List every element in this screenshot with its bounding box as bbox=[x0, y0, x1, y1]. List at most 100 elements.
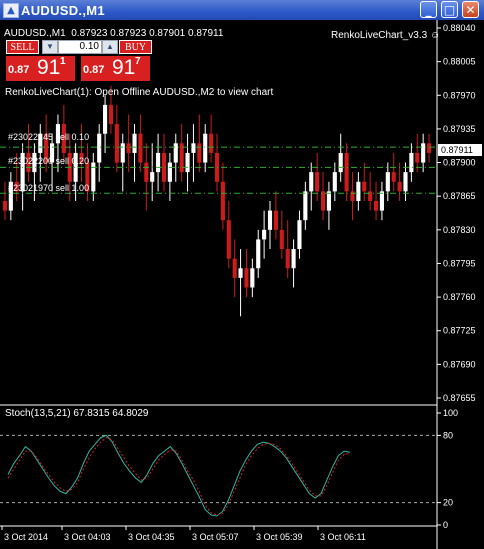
candle-body bbox=[397, 181, 402, 192]
candle-body bbox=[262, 229, 267, 240]
one-click-trading-panel: SELL ▼ 0.10 ▲ BUY 0.87 91 1 0.87 91 7 bbox=[6, 40, 152, 82]
candle-body bbox=[291, 249, 296, 269]
candle-body bbox=[103, 104, 108, 134]
candle-body bbox=[332, 172, 337, 192]
price-tick-label: 0.87795 bbox=[443, 258, 476, 268]
sell-button[interactable]: SELL bbox=[6, 40, 39, 54]
candle-body bbox=[279, 229, 284, 250]
lot-increase-button[interactable]: ▲ bbox=[102, 40, 118, 54]
close-button[interactable]: ✕ bbox=[462, 1, 479, 18]
candle-body bbox=[267, 210, 273, 230]
buy-price-prefix: 0.87 bbox=[83, 64, 105, 76]
sell-price-prefix: 0.87 bbox=[8, 64, 30, 76]
candle-body bbox=[203, 133, 208, 163]
expert-advisor-label: RenkoLiveChart_v3.3 ☺ bbox=[331, 30, 440, 41]
candle-body bbox=[138, 133, 143, 163]
candle-body bbox=[379, 191, 384, 211]
candle-body bbox=[403, 172, 408, 192]
sell-price-pips: 91 bbox=[37, 56, 61, 79]
time-tick-label: 3 Oct 04:03 bbox=[64, 532, 111, 542]
maximize-button[interactable]: □ bbox=[441, 1, 458, 18]
stoch-tick-label: 100 bbox=[443, 408, 458, 418]
minimize-button[interactable]: _ bbox=[420, 1, 437, 18]
sell-price-box[interactable]: 0.87 91 1 bbox=[6, 56, 75, 81]
candle-body bbox=[315, 172, 320, 192]
candle-body bbox=[150, 172, 155, 182]
time-tick-label: 3 Oct 05:07 bbox=[192, 532, 239, 542]
candle-body bbox=[191, 143, 196, 153]
candle-body bbox=[197, 143, 202, 163]
chart-window-icon[interactable]: ▲ bbox=[3, 3, 19, 18]
candle-body bbox=[120, 143, 125, 163]
candle-body bbox=[220, 181, 225, 221]
candle-body bbox=[409, 152, 414, 173]
info-message: RenkoLiveChart(1): Open Offline AUDUSD.,… bbox=[5, 87, 274, 98]
chart-canvas[interactable]: 0.88040 0.88005 0.87970 0.87935 0.87900 0.878… bbox=[0, 20, 484, 549]
candle-body bbox=[326, 191, 331, 211]
sell-price-fraction: 1 bbox=[60, 56, 66, 67]
candle-body bbox=[426, 143, 432, 153]
candle-body bbox=[356, 181, 361, 201]
buy-price-fraction: 7 bbox=[135, 56, 141, 67]
candle-body bbox=[167, 162, 172, 182]
candle-body bbox=[144, 162, 149, 182]
time-tick-label: 3 Oct 05:39 bbox=[256, 532, 303, 542]
chart-background bbox=[0, 20, 484, 549]
time-tick-label: 3 Oct 04:35 bbox=[128, 532, 175, 542]
price-tick-label: 0.87760 bbox=[443, 292, 476, 302]
candle-body bbox=[132, 133, 137, 153]
price-tick-label: 0.88005 bbox=[443, 57, 476, 67]
lot-decrease-button[interactable]: ▼ bbox=[42, 40, 58, 54]
candle-body bbox=[338, 152, 343, 173]
order-label[interactable]: #23022200 sell 0.20 bbox=[8, 156, 89, 166]
price-tick-label: 0.87865 bbox=[443, 191, 476, 201]
stoch-tick-label: 0 bbox=[443, 520, 448, 530]
candle-body bbox=[2, 200, 8, 211]
buy-button[interactable]: BUY bbox=[119, 40, 152, 54]
buy-price-pips: 91 bbox=[112, 56, 136, 79]
candle-body bbox=[415, 152, 420, 163]
symbol-ohlc-label: AUDUSD.,M1 0.87923 0.87923 0.87901 0.879… bbox=[4, 28, 224, 39]
candle-body bbox=[238, 268, 243, 278]
price-tick-label: 0.87935 bbox=[443, 124, 476, 134]
time-tick-label: 3 Oct 2014 bbox=[4, 532, 48, 542]
buy-price-box[interactable]: 0.87 91 7 bbox=[81, 56, 150, 81]
order-label[interactable]: #23022145 sell 0.10 bbox=[8, 132, 89, 142]
candle-body bbox=[297, 220, 302, 250]
candle-body bbox=[185, 152, 190, 173]
title-bar[interactable]: ▲ AUDUSD.,M1 _ □ ✕ bbox=[0, 0, 484, 20]
candle-body bbox=[344, 152, 349, 192]
candle-body bbox=[226, 220, 231, 259]
candle-body bbox=[250, 268, 255, 288]
stoch-tick-label: 20 bbox=[443, 498, 453, 508]
stochastic-label: Stoch(13,5,21) 67.8315 64.8029 bbox=[5, 408, 149, 419]
candle-body bbox=[421, 143, 426, 163]
candle-body bbox=[309, 172, 314, 192]
price-tick-label: 0.87725 bbox=[443, 326, 476, 336]
order-label[interactable]: #23021970 sell 1.00 bbox=[8, 183, 89, 193]
candle-body bbox=[303, 191, 308, 221]
candle-body bbox=[156, 152, 161, 173]
price-tick-label: 0.87655 bbox=[443, 393, 476, 403]
price-tick-label: 0.88040 bbox=[443, 23, 476, 33]
smiley-icon: ☺ bbox=[429, 30, 441, 41]
candle-body bbox=[232, 258, 237, 278]
candle-body bbox=[97, 133, 102, 163]
price-tick-label: 0.87970 bbox=[443, 90, 476, 100]
candle-body bbox=[385, 172, 390, 192]
current-price-marker: 0.87911 bbox=[438, 144, 482, 156]
candle-body bbox=[273, 210, 278, 230]
window-title: AUDUSD.,M1 bbox=[21, 3, 105, 18]
candle-body bbox=[373, 200, 379, 211]
candle-body bbox=[209, 133, 214, 153]
price-tick-label: 0.87900 bbox=[443, 158, 476, 168]
time-tick-label: 3 Oct 06:11 bbox=[320, 532, 366, 542]
candle-body bbox=[173, 143, 178, 163]
candle-body bbox=[320, 191, 326, 211]
candle-body bbox=[391, 172, 396, 182]
lot-size-input[interactable]: 0.10 bbox=[58, 40, 102, 54]
chart-area[interactable]: 0.88040 0.88005 0.87970 0.87935 0.87900 0.878… bbox=[0, 20, 484, 549]
ea-name: RenkoLiveChart_v3.3 bbox=[331, 30, 428, 41]
candle-body bbox=[362, 181, 367, 192]
candle-body bbox=[126, 143, 131, 153]
